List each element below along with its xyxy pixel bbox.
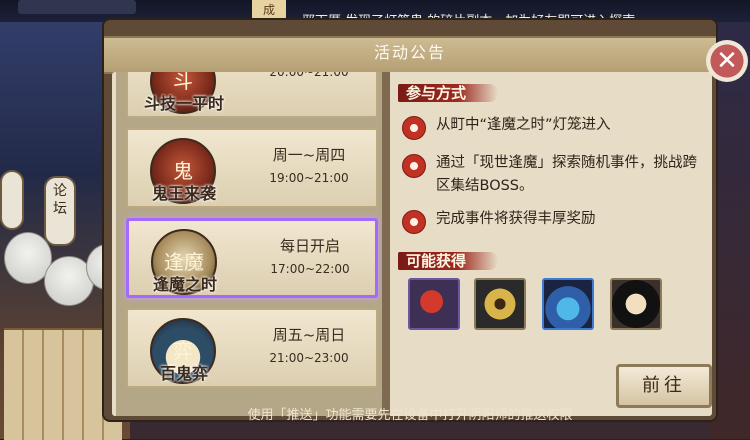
player-name — [18, 0, 136, 14]
activity-card[interactable]: 斗斗技一平时12:00~13:0020:00~21:00 — [126, 72, 378, 118]
tomoe-icon — [402, 116, 426, 140]
activity-time: 20:00~21:00 — [269, 72, 349, 79]
tomoe-icon — [402, 154, 426, 178]
push-notice: 使用「推送」功能需要先在设备中打开阴阳师的推送权限 — [247, 408, 573, 423]
reward-items — [408, 278, 698, 336]
forum-lantern-label: 论坛 — [53, 183, 67, 217]
activity-time: 21:00~23:00 — [269, 351, 349, 365]
bullet-text: 完成事件将获得丰厚奖励 — [436, 211, 596, 227]
activity-name: 斗技一平时 — [143, 94, 224, 113]
forum-lantern[interactable]: 论坛 — [44, 176, 76, 246]
activity-card[interactable]: 逢魔 逢魔之时 每日开启 17:00~22:00 — [126, 218, 378, 298]
panel-divider — [382, 72, 390, 416]
activity-name: 逢魔之时 — [152, 275, 217, 294]
activity-details: 参与方式 从町中“逢魔之时”灯笼进入 通过「现世逢魔」探索随机事件，挑战跨区集结… — [394, 72, 712, 416]
tomoe-icon — [402, 210, 426, 234]
activity-name: 百鬼弈 — [159, 364, 208, 383]
rewards-heading: 可能获得 — [406, 252, 467, 270]
daruma-icon[interactable] — [610, 278, 662, 330]
activity-card[interactable]: 弈百鬼弈 周五~周日 21:00~23:00 — [126, 308, 378, 388]
goto-button[interactable]: 前往 — [616, 364, 712, 408]
close-icon[interactable]: ✕ — [706, 40, 748, 82]
activity-card[interactable]: 鬼鬼王来袭 周一~周四 19:00~21:00 — [126, 128, 378, 208]
red-magatama-icon[interactable] — [408, 278, 460, 330]
gold-coin-icon[interactable] — [474, 278, 526, 330]
bullet-text: 从町中“逢魔之时”灯笼进入 — [436, 117, 611, 133]
activity-list[interactable]: 斗斗技一平时12:00~13:0020:00~21:00鬼鬼王来袭周一~周四19… — [116, 72, 382, 416]
bullet-item: 通过「现世逢魔」探索随机事件，挑战跨区集结BOSS。 — [402, 152, 708, 200]
top-tab[interactable]: 成 — [252, 0, 286, 20]
rewards-section: 可能获得 — [398, 248, 518, 272]
participation-heading: 参与方式 — [406, 84, 467, 102]
bullet-item: 从町中“逢魔之时”灯笼进入 — [402, 114, 708, 140]
participation-section: 参与方式 — [398, 80, 518, 104]
activity-days: 周五~周日 — [272, 326, 346, 344]
blue-mountain-icon[interactable] — [542, 278, 594, 330]
bullet-item: 完成事件将获得丰厚奖励 — [402, 208, 708, 234]
dialog-title: 活动公告 — [373, 43, 446, 62]
activity-days: 周一~周四 — [272, 146, 346, 164]
side-lantern — [0, 170, 24, 230]
activity-name: 鬼王来袭 — [151, 184, 216, 203]
activity-dialog: 活动公告 斗斗技一平时12:00~13:0020:00~21:00鬼鬼王来袭周一… — [104, 20, 716, 423]
bullet-text: 通过「现世逢魔」探索随机事件，挑战跨区集结BOSS。 — [436, 155, 697, 194]
activity-days: 每日开启 — [279, 237, 340, 255]
activity-time: 17:00~22:00 — [270, 262, 350, 276]
activity-time: 19:00~21:00 — [269, 171, 349, 185]
